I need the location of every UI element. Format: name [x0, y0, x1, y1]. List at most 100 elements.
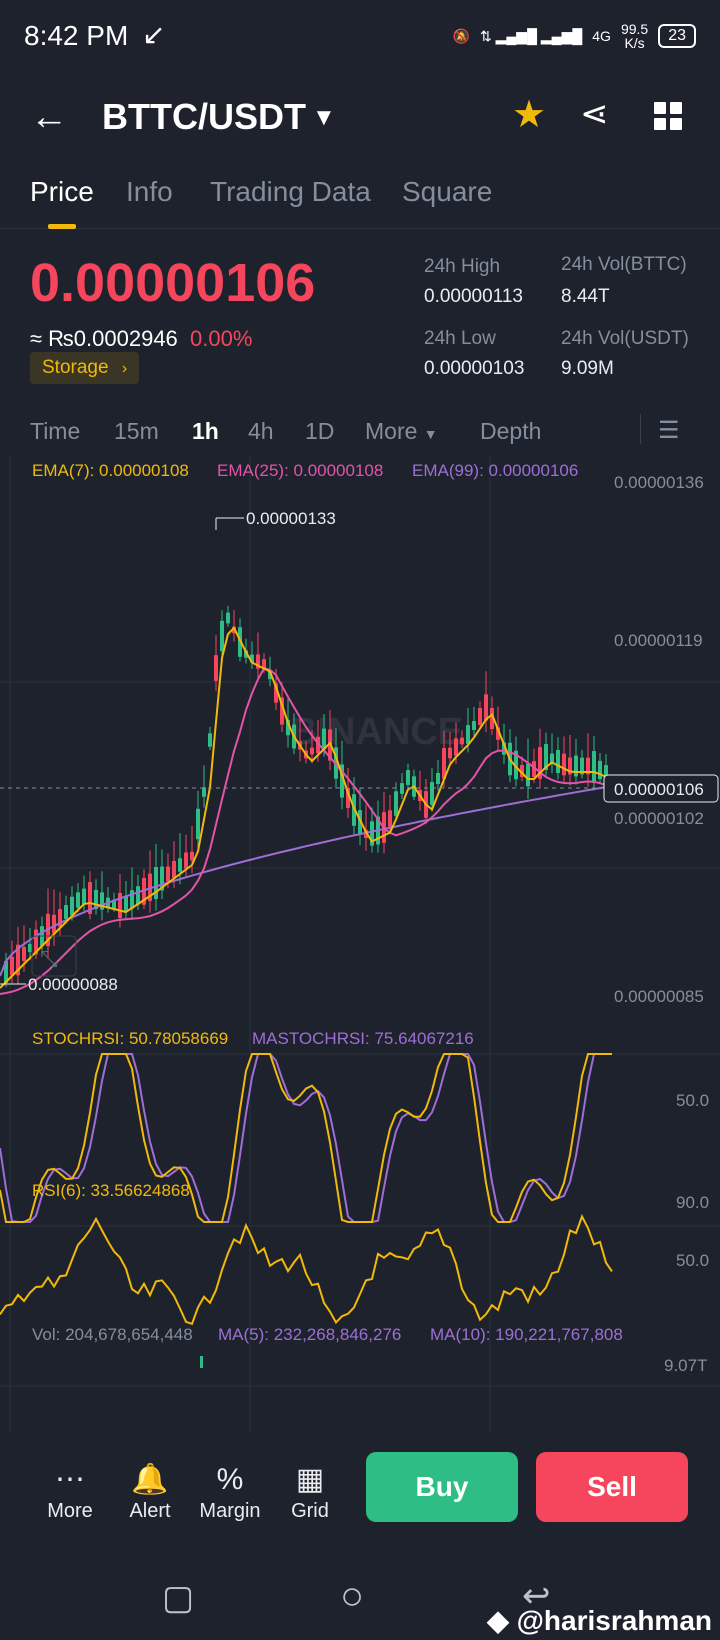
more-button[interactable]: ⋯ More — [35, 1460, 105, 1523]
vol-usdt-value: 9.09M — [561, 358, 614, 379]
author-label: @harisrahman — [516, 1605, 712, 1636]
grid-menu-icon[interactable] — [654, 102, 684, 132]
interval-1h[interactable]: 1h — [192, 418, 219, 445]
last-price: 0.00000106 — [30, 253, 316, 313]
high-marker: 0.00000133 — [246, 509, 336, 528]
candle-body — [64, 905, 68, 919]
binance-watermark: BINANCE — [290, 711, 463, 753]
candle-body — [82, 888, 86, 905]
change-percent: 0.00% — [190, 326, 253, 351]
interval-more-label: More — [365, 418, 418, 444]
current-price-label: 0.00000106 — [614, 780, 704, 799]
missed-call-icon: ↙ — [142, 19, 166, 50]
alert-label: Alert — [129, 1500, 171, 1522]
mute-icon: 🔕 — [452, 27, 470, 44]
ema25-label: EMA(25): 0.00000108 — [217, 461, 383, 480]
candle-body — [136, 886, 140, 905]
main-tabs: Price Info Trading Data Square — [0, 172, 720, 229]
candle-body — [214, 655, 218, 681]
tab-price[interactable]: Price — [30, 176, 94, 208]
candle-body — [592, 751, 596, 783]
alert-button[interactable]: 🔔 Alert — [115, 1460, 185, 1523]
tab-trading-data[interactable]: Trading Data — [210, 176, 371, 208]
more-dots-icon: ⋯ — [55, 1463, 85, 1496]
back-arrow-icon[interactable]: ← — [30, 96, 68, 139]
candle-body — [76, 892, 80, 908]
low-marker: 0.00000088 — [28, 975, 118, 994]
candle-body — [430, 782, 434, 805]
candle-body — [178, 858, 182, 872]
buy-button[interactable]: Buy — [366, 1452, 518, 1522]
interval-bar: Time 15m 1h 4h 1D More ▼ Depth ☰ — [0, 408, 720, 457]
interval-depth[interactable]: Depth — [480, 418, 541, 445]
converted-price: ≈ ₨0.0002946 — [30, 326, 178, 351]
candle-body — [184, 852, 188, 869]
pair-title[interactable]: BTTC/USDT — [102, 96, 306, 138]
interval-1d[interactable]: 1D — [305, 418, 334, 445]
signal-icon: ⇅ ▂▄▆█ ▂▄▆█ — [480, 27, 583, 44]
vol-btt-label: 24h Vol(BTTC) — [561, 254, 687, 275]
candle-body — [406, 770, 410, 785]
battery-icon: 23 — [658, 24, 696, 48]
candle-body — [118, 892, 122, 919]
margin-button[interactable]: % Margin — [195, 1460, 265, 1523]
status-bar: 8:42 PM ↙ 🔕 ⇅ ▂▄▆█ ▂▄▆█ 4G 99.5 K/s 23 — [0, 0, 720, 72]
candle-body — [478, 708, 482, 725]
y-tick-4: 0.00000085 — [614, 987, 704, 1006]
speed-label: 99.5 K/s — [621, 22, 648, 50]
svg-text:⤡: ⤡ — [40, 947, 58, 972]
ema99-label: EMA(99): 0.00000106 — [412, 461, 578, 480]
candle-body — [166, 866, 170, 882]
vol-label: Vol: 204,678,654,448 — [32, 1325, 193, 1344]
storage-label: Storage — [42, 357, 109, 378]
recents-icon[interactable]: ▢ — [162, 1578, 194, 1618]
kline-chart[interactable]: BINANCE EMA(7): 0.00000108 EMA(25): 0.00… — [0, 456, 720, 1432]
home-icon[interactable]: ○ — [340, 1574, 364, 1619]
candle-body — [460, 737, 464, 745]
interval-15m[interactable]: 15m — [114, 418, 159, 445]
sell-button[interactable]: Sell — [536, 1452, 688, 1522]
candle-body — [52, 914, 56, 934]
interval-more[interactable]: More ▼ — [365, 418, 438, 445]
share-icon[interactable]: ⋖ — [580, 94, 609, 134]
status-time: 8:42 PM — [24, 20, 129, 51]
ema7-label: EMA(7): 0.00000108 — [32, 461, 189, 480]
candle-body — [226, 612, 230, 624]
network-label: 4G — [592, 28, 611, 44]
bell-icon: 🔔 — [131, 1463, 169, 1496]
stoch-tick: 50.0 — [676, 1091, 709, 1110]
bottom-toolbar: ⋯ More 🔔 Alert % Margin ▦ Grid Buy Sell — [0, 1432, 720, 1532]
high-value: 0.00000113 — [424, 286, 523, 307]
y-tick-1: 0.00000136 — [614, 473, 704, 492]
low-label: 24h Low — [424, 328, 496, 349]
candle-body — [124, 895, 128, 911]
candle-body — [574, 755, 578, 777]
interval-4h[interactable]: 4h — [248, 418, 274, 445]
interval-time[interactable]: Time — [30, 418, 80, 445]
chart-settings-icon[interactable]: ☰ — [658, 416, 680, 445]
tab-info[interactable]: Info — [126, 176, 173, 208]
vol-btt-value: 8.44T — [561, 286, 610, 307]
candle-body — [394, 791, 398, 816]
candle-body — [484, 694, 488, 721]
candle-body — [208, 733, 212, 747]
speed-unit: K/s — [624, 35, 645, 51]
candle-body — [472, 721, 476, 730]
candle-body — [190, 851, 194, 861]
candle-body — [154, 867, 158, 899]
vol-ma5-label: MA(5): 232,268,846,276 — [218, 1325, 401, 1344]
candle-body — [556, 749, 560, 774]
grid-button[interactable]: ▦ Grid — [275, 1460, 345, 1523]
favorite-star-icon[interactable]: ★ — [512, 92, 546, 137]
mastochrsi-label: MASTOCHRSI: 75.64067216 — [252, 1029, 474, 1048]
candle-body — [598, 760, 602, 780]
divider — [640, 414, 641, 444]
caret-down-icon[interactable]: ▼ — [312, 104, 336, 132]
tab-square[interactable]: Square — [402, 176, 492, 208]
grid-label: Grid — [291, 1500, 329, 1522]
volume-bar — [200, 1356, 203, 1368]
rsi-label: RSI(6): 33.56624868 — [32, 1181, 190, 1200]
storage-tag[interactable]: Storage › — [30, 352, 140, 384]
candle-body — [196, 808, 200, 840]
status-icons: 🔕 ⇅ ▂▄▆█ ▂▄▆█ 4G 99.5 K/s 23 — [453, 20, 696, 52]
